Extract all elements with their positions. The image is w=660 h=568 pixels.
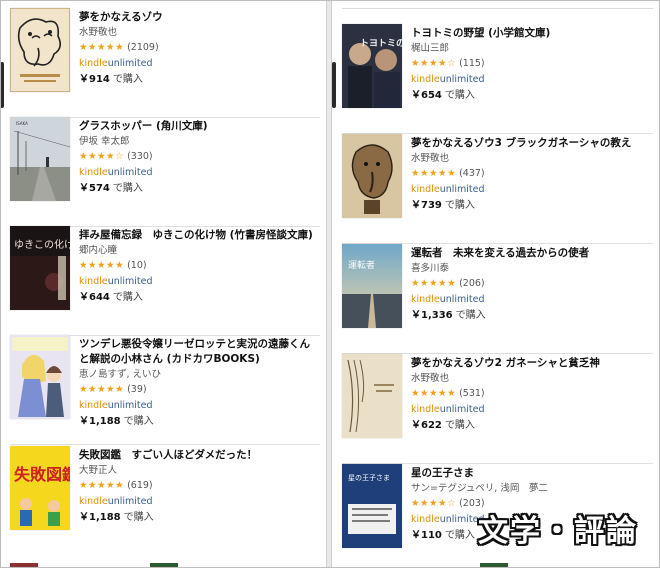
elephant-drawing-cover[interactable] bbox=[10, 8, 70, 92]
kindle-unlimited-logo: kindleunlimited bbox=[411, 404, 485, 415]
book-rating[interactable]: ★★★★★ (2109) bbox=[79, 41, 320, 55]
book-title[interactable]: グラスホッパー (角川文庫) bbox=[79, 119, 320, 134]
book-price[interactable]: ￥914 で購入 bbox=[79, 72, 320, 87]
book-author[interactable]: サン=テグジュペリ, 浅岡 夢二 bbox=[411, 482, 653, 496]
book-rating[interactable]: ★★★★☆ (115) bbox=[411, 57, 653, 71]
book-author[interactable]: 梶山三郎 bbox=[411, 42, 653, 56]
right-book-list: トヨトミの野望 トヨトミの野望 (小学館文庫) 梶山三郎 ★★★★☆(115) … bbox=[331, 0, 659, 568]
review-count: (531) bbox=[459, 388, 485, 399]
book-list-item[interactable]: 夢をかなえるゾウ 水野敬也 ★★★★★ (2109) kindleunlimite… bbox=[0, 8, 326, 118]
book-title[interactable]: トヨトミの野望 (小学館文庫) bbox=[411, 26, 653, 41]
star-rating-icon: ★★★★☆ bbox=[411, 58, 457, 69]
review-count: (2109) bbox=[127, 42, 159, 53]
book-price[interactable]: ￥644 で購入 bbox=[79, 290, 320, 305]
railroad-dusk-cover[interactable]: 運転者 bbox=[342, 244, 402, 328]
left-book-list: 夢をかなえるゾウ 水野敬也 ★★★★★ (2109) kindleunlimite… bbox=[0, 0, 327, 568]
book-price[interactable]: ￥739 で購入 bbox=[411, 198, 653, 213]
book-title[interactable]: ツンデレ悪役令嬢リーゼロッテと実況の遠藤くんと解説の小林さん (カドカワBOOK… bbox=[79, 337, 320, 367]
book-author[interactable]: 水野敬也 bbox=[79, 26, 320, 40]
book-rating[interactable]: ★★★★★ (39) bbox=[79, 383, 320, 397]
anime-illustration-cover[interactable] bbox=[10, 335, 70, 419]
star-rating-icon: ★★★★★ bbox=[79, 260, 125, 271]
book-rating[interactable]: ★★★★★ (531) bbox=[411, 387, 653, 401]
item-divider bbox=[10, 444, 320, 445]
kindle-unlimited-logo: kindleunlimited bbox=[79, 58, 153, 69]
book-author[interactable]: 大野正人 bbox=[79, 464, 320, 478]
next-book-cover-peek bbox=[480, 563, 508, 568]
star-rating-icon: ★★★★★ bbox=[411, 388, 457, 399]
review-count: (115) bbox=[459, 58, 485, 69]
book-author[interactable]: 水野敬也 bbox=[411, 372, 653, 386]
book-rating[interactable]: ★★★★★ (10) bbox=[79, 259, 320, 273]
book-author[interactable]: 水野敬也 bbox=[411, 152, 653, 166]
cover-title-text: 運転者 bbox=[348, 260, 375, 271]
book-price[interactable]: ￥654 で購入 bbox=[411, 88, 653, 103]
kindle-unlimited-logo: kindleunlimited bbox=[79, 496, 153, 507]
book-price[interactable]: ￥1,336 で購入 bbox=[411, 308, 653, 323]
elephant-figure-cover[interactable] bbox=[342, 134, 402, 218]
book-title[interactable]: 夢をかなえるゾウ bbox=[79, 10, 320, 25]
review-count: (39) bbox=[127, 384, 147, 395]
book-title[interactable]: 星の王子さま bbox=[411, 466, 653, 481]
book-author[interactable]: 郷内心瞳 bbox=[79, 244, 320, 258]
review-count: (619) bbox=[127, 480, 153, 491]
star-rating-icon: ★★★★★ bbox=[79, 42, 125, 53]
book-title[interactable]: 運転者 未来を変える過去からの使者 bbox=[411, 246, 653, 261]
kindle-unlimited-logo: kindleunlimited bbox=[79, 167, 153, 178]
two-portraits-cover[interactable]: トヨトミの野望 bbox=[342, 24, 402, 108]
book-list-item[interactable]: 夢をかなえるゾウ3 ブラックガネーシャの教え 水野敬也 ★★★★★ (437) k… bbox=[332, 134, 659, 244]
book-author[interactable]: 伊坂 幸太郎 bbox=[79, 135, 320, 149]
review-count: (206) bbox=[459, 278, 485, 289]
cover-title-text: ゆきこの化け物 bbox=[14, 238, 70, 251]
yellow-zukan-cover[interactable]: 失敗図鑑 bbox=[10, 446, 70, 530]
book-rating[interactable]: ★★★★★ (437) bbox=[411, 167, 653, 181]
cover-title-text: 星の王子さま bbox=[348, 474, 390, 482]
next-book-cover-peek bbox=[150, 563, 178, 568]
review-count: (437) bbox=[459, 168, 485, 179]
cover-title-text: 失敗図鑑 bbox=[14, 465, 70, 484]
kindle-unlimited-logo: kindleunlimited bbox=[79, 400, 153, 411]
book-rating[interactable]: ★★★★☆ (330) bbox=[79, 150, 320, 164]
star-rating-icon: ★★★★★ bbox=[411, 168, 457, 179]
star-rating-icon: ★★★★★ bbox=[411, 278, 457, 289]
book-title[interactable]: 失敗図鑑 すごい人ほどダメだった！ bbox=[79, 448, 320, 463]
star-rating-icon: ★★★★★ bbox=[79, 384, 125, 395]
book-price[interactable]: ￥1,188 で購入 bbox=[79, 510, 320, 525]
genre-overlay-label: 文学・評論 bbox=[478, 514, 638, 549]
kindle-unlimited-logo: kindleunlimited bbox=[79, 276, 153, 287]
rural-road-photo-cover[interactable]: ISAKA bbox=[10, 117, 70, 201]
book-list-item[interactable]: 夢をかなえるゾウ2 ガネーシャと貧乏神 水野敬也 ★★★★★ (531) kind… bbox=[332, 354, 659, 464]
star-rating-icon: ★★★★☆ bbox=[411, 498, 457, 509]
item-divider bbox=[342, 8, 653, 9]
book-rating[interactable]: ★★★★★ (206) bbox=[411, 277, 653, 291]
review-count: (330) bbox=[127, 151, 153, 162]
review-count: (10) bbox=[127, 260, 147, 271]
kindle-unlimited-logo: kindleunlimited bbox=[411, 74, 485, 85]
book-title[interactable]: 夢をかなえるゾウ2 ガネーシャと貧乏神 bbox=[411, 356, 653, 371]
book-price[interactable]: ￥1,188 で購入 bbox=[79, 414, 320, 429]
kindle-unlimited-logo: kindleunlimited bbox=[411, 184, 485, 195]
little-prince-cover[interactable]: 星の王子さま bbox=[342, 464, 402, 548]
book-author[interactable]: 恵ノ島すず, えいひ bbox=[79, 368, 320, 382]
star-rating-icon: ★★★★☆ bbox=[79, 151, 125, 162]
book-list-item[interactable]: ゆきこの化け物 拝み屋備忘録 ゆきこの化け物 (竹書房怪談文庫) 郷内心瞳 ★★… bbox=[0, 226, 326, 336]
book-list-item[interactable]: ISAKA グラスホッパー (角川文庫) 伊坂 幸太郎 ★★★★☆ (330) k… bbox=[0, 117, 326, 227]
cover-title-text: トヨトミの野望 bbox=[360, 37, 402, 49]
book-author[interactable]: 喜多川泰 bbox=[411, 262, 653, 276]
star-rating-icon: ★★★★★ bbox=[79, 480, 125, 491]
svg-text:ISAKA: ISAKA bbox=[16, 121, 28, 126]
book-price[interactable]: ￥574 で購入 bbox=[79, 181, 320, 196]
dark-horror-cover[interactable]: ゆきこの化け物 bbox=[10, 226, 70, 310]
kindle-unlimited-logo: kindleunlimited bbox=[411, 294, 485, 305]
book-list-item[interactable]: 運転者 運転者 未来を変える過去からの使者 喜多川泰 ★★★★★ (206) ki… bbox=[332, 244, 659, 354]
book-price[interactable]: ￥622 で購入 bbox=[411, 418, 653, 433]
book-list-item[interactable]: 失敗図鑑 失敗図鑑 すごい人ほどダメだった！ 大野正人 ★★★★★(619) k… bbox=[0, 446, 326, 556]
book-title[interactable]: 拝み屋備忘録 ゆきこの化け物 (竹書房怪談文庫) bbox=[79, 228, 320, 243]
book-rating[interactable]: ★★★★★ (619) bbox=[79, 479, 320, 493]
book-list-item[interactable]: ツンデレ悪役令嬢リーゼロッテと実況の遠藤くんと解説の小林さん (カドカワBOOK… bbox=[0, 335, 326, 445]
book-title[interactable]: 夢をかなえるゾウ3 ブラックガネーシャの教え bbox=[411, 136, 653, 151]
curtain-sketch-cover[interactable] bbox=[342, 354, 402, 438]
next-book-cover-peek bbox=[10, 563, 38, 568]
book-list-item[interactable]: トヨトミの野望 トヨトミの野望 (小学館文庫) 梶山三郎 ★★★★☆(115) … bbox=[332, 24, 659, 134]
